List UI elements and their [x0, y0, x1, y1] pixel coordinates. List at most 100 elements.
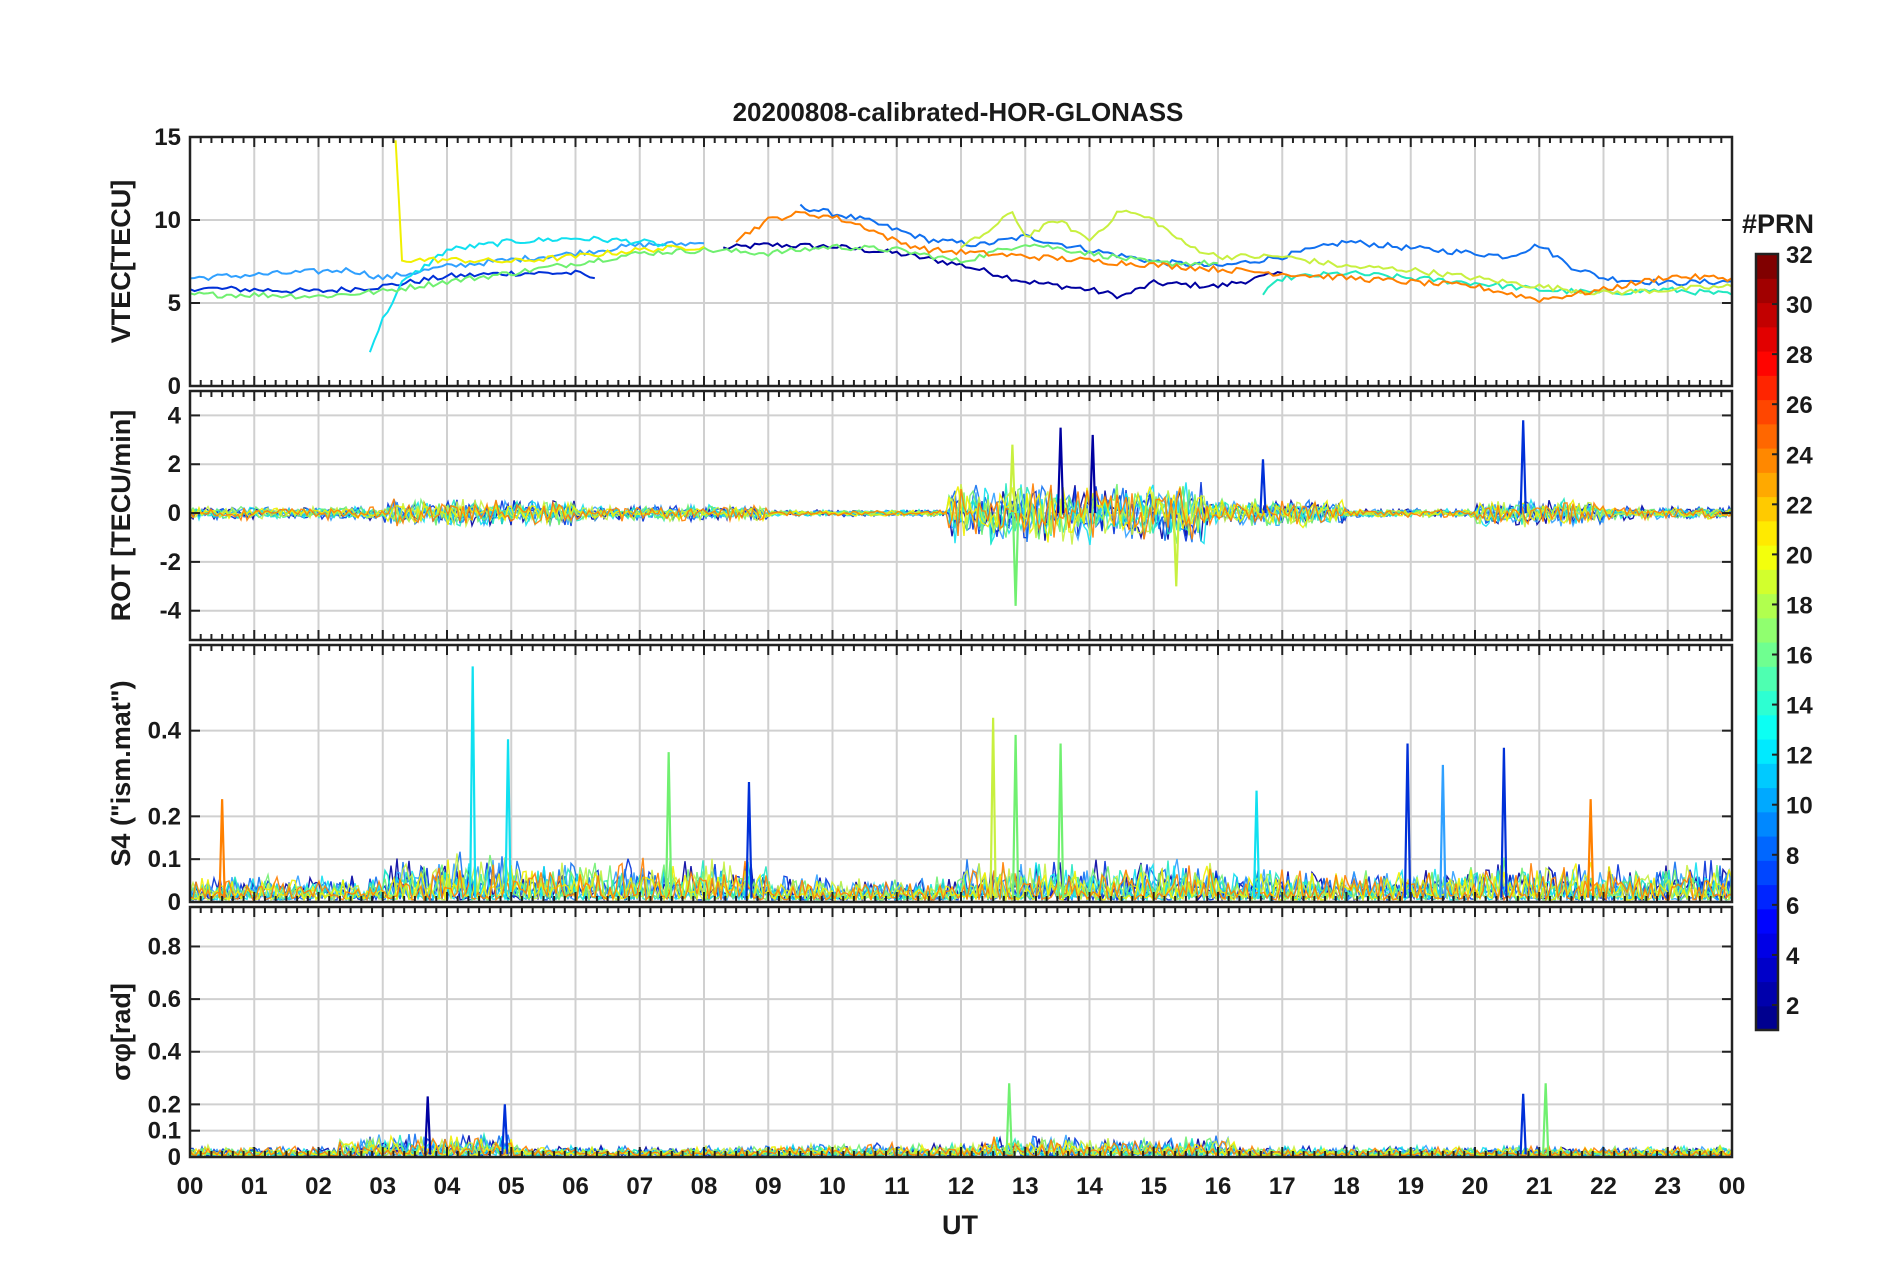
x-tick-label: 10: [819, 1173, 846, 1200]
x-tick-label: 04: [434, 1173, 461, 1200]
colorbar-tick-label: 6: [1786, 893, 1799, 920]
x-tick-label: 05: [498, 1173, 525, 1200]
colorbar-step: [1756, 423, 1778, 449]
y-tick-label: 4: [168, 402, 182, 429]
x-tick-label: 21: [1526, 1173, 1553, 1200]
colorbar-step: [1756, 690, 1778, 716]
y-axis-label-s4: S4 ("ism.mat"): [106, 680, 136, 866]
colorbar-tick-label: 18: [1786, 592, 1813, 619]
x-tick-label: 13: [1012, 1173, 1039, 1200]
colorbar-step: [1756, 981, 1778, 1007]
colorbar-step: [1756, 545, 1778, 570]
x-tick-label: 09: [755, 1173, 782, 1200]
y-tick-label: 0.2: [148, 1091, 181, 1118]
x-tick-label: 11: [884, 1173, 909, 1200]
x-tick-label: 08: [691, 1173, 718, 1200]
y-tick-label: 0: [168, 1144, 181, 1171]
panel-rot: -4 -2 0 2 4 ROT [TECU/min]: [106, 389, 1734, 642]
colorbar-step: [1756, 787, 1778, 813]
y-tick-label: 0.4: [148, 718, 182, 745]
colorbar-tick-label: 32: [1786, 242, 1813, 269]
colorbar-step: [1756, 957, 1778, 983]
colorbar-tick-label: 12: [1786, 743, 1813, 770]
colorbar-tick-label: 8: [1786, 843, 1799, 870]
y-axis-label-sigma: σφ[rad]: [106, 983, 136, 1081]
x-tick-label: 00: [1719, 1173, 1746, 1200]
y-tick-label: 0.1: [148, 1118, 181, 1145]
colorbar-tick-label: 16: [1786, 643, 1813, 670]
colorbar-label: #PRN: [1742, 209, 1814, 239]
y-tick-label: 0.2: [148, 803, 181, 830]
colorbar-step: [1756, 666, 1778, 692]
colorbar-step: [1756, 375, 1778, 401]
y-tick-label: -2: [160, 549, 181, 576]
colorbar-tick-label: 2: [1786, 993, 1799, 1020]
y-tick-label: 0: [168, 373, 181, 400]
x-tick-labels: 00 01 02 03 04 05 06 07 08 09 10 11 12 13 14 15 16 17 18 19…: [177, 1173, 1746, 1200]
colorbar-step: [1756, 1005, 1778, 1031]
chart-title: 20200808-calibrated-HOR-GLONASS: [733, 97, 1184, 127]
colorbar-tick-label: 28: [1786, 342, 1813, 369]
x-tick-label: 15: [1140, 1173, 1167, 1200]
x-tick-label: 02: [305, 1173, 332, 1200]
y-tick-label: 10: [154, 207, 181, 234]
x-tick-label: 17: [1269, 1173, 1296, 1200]
colorbar-tick-label: 10: [1786, 793, 1813, 820]
colorbar-step: [1756, 448, 1778, 473]
panel-s4: 0 0.1 0.2 0.4 S4 ("ism.mat"): [106, 643, 1734, 916]
colorbar-step: [1756, 472, 1778, 498]
colorbar-step: [1756, 617, 1778, 643]
colorbar-step: [1756, 302, 1778, 328]
x-tick-label: 23: [1654, 1173, 1681, 1200]
panel-vtec: 0 5 10 15 VTEC[TECU]: [106, 124, 1734, 400]
colorbar: #PRN 2468101214161820222426283032: [1742, 209, 1814, 1032]
colorbar-tick-label: 4: [1786, 943, 1800, 970]
panels: 051015VTEC[TECU]-4-2024ROT [TECU/min]00.…: [106, 124, 1734, 1171]
y-axis-label-vtec: VTEC[TECU]: [106, 180, 136, 344]
colorbar-tick-label: 22: [1786, 492, 1813, 519]
colorbar-step: [1756, 860, 1778, 886]
panel-sigma: 00.10.2 0.4 0.6 0.8 σφ[rad]: [106, 905, 1734, 1171]
x-tick-label: 18: [1333, 1173, 1360, 1200]
y-tick-label: 0.1: [148, 846, 181, 873]
x-tick-label: 01: [241, 1173, 268, 1200]
colorbar-step: [1756, 278, 1778, 304]
y-tick-label: 0.8: [148, 933, 181, 960]
y-tick-label: -4: [160, 598, 182, 625]
y-tick-label: 0: [168, 500, 181, 527]
y-axis-label-rot: ROT [TECU/min]: [106, 410, 136, 621]
colorbar-step: [1756, 496, 1778, 522]
colorbar-step: [1756, 593, 1778, 619]
x-tick-label: 22: [1590, 1173, 1617, 1200]
y-tick-label: 5: [168, 290, 181, 317]
colorbar-step: [1756, 569, 1778, 595]
y-tick-label: 0.6: [148, 986, 181, 1013]
y-tick-label: 0: [168, 889, 181, 916]
y-tick-label: 0.4: [148, 1039, 182, 1066]
x-axis-label: UT: [942, 1210, 978, 1240]
x-tick-label: 20: [1462, 1173, 1489, 1200]
colorbar-step: [1756, 811, 1778, 837]
x-tick-label: 12: [948, 1173, 975, 1200]
colorbar-tick-label: 30: [1786, 292, 1813, 319]
colorbar-tick-label: 14: [1786, 693, 1813, 720]
colorbar-step: [1756, 908, 1778, 934]
x-tick-label: 16: [1205, 1173, 1232, 1200]
colorbar-step: [1756, 326, 1778, 352]
figure: 20200808-calibrated-HOR-GLONASS 051015VT…: [106, 97, 1814, 1240]
x-tick-label: 03: [369, 1173, 396, 1200]
colorbar-tick-label: 26: [1786, 392, 1813, 419]
x-tick-label: 19: [1397, 1173, 1424, 1200]
x-tick-label: 14: [1076, 1173, 1103, 1200]
x-tick-label: 07: [626, 1173, 653, 1200]
colorbar-step: [1756, 714, 1778, 740]
colorbar-step: [1756, 763, 1778, 789]
y-tick-label: 15: [154, 124, 181, 151]
colorbar-step: [1756, 739, 1778, 764]
colorbar-tick-label: 24: [1786, 442, 1813, 469]
colorbar-tick-label: 20: [1786, 542, 1813, 569]
colorbar-step: [1756, 836, 1778, 861]
y-tick-label: 2: [168, 451, 181, 478]
x-tick-label: 06: [562, 1173, 589, 1200]
colorbar-step: [1756, 520, 1778, 546]
